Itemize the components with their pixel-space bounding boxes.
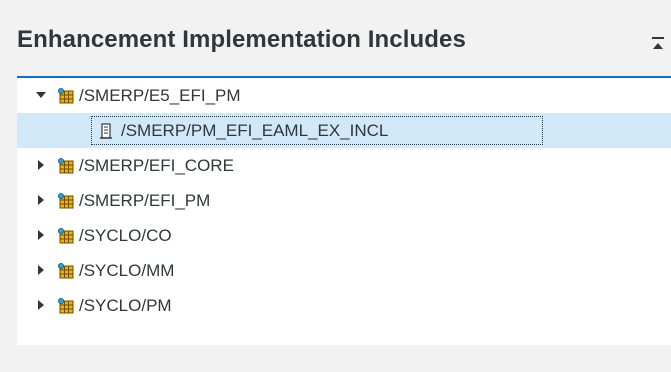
tree-node-efi-pm[interactable]: /SMERP/EFI_PM bbox=[17, 183, 671, 218]
include-program-icon bbox=[100, 123, 112, 139]
tree-node-label: /SMERP/EFI_PM bbox=[79, 191, 211, 210]
enhancement-tree: /SMERP/E5_EFI_PM /SMERP/PM_EFI_EAML_EX_I… bbox=[17, 76, 671, 345]
panel-title: Enhancement Implementation Includes bbox=[17, 26, 466, 53]
panel-header: Enhancement Implementation Includes bbox=[0, 0, 671, 76]
chevron-right-icon[interactable] bbox=[34, 288, 48, 323]
tree-node-label: /SMERP/PM_EFI_EAML_EX_INCL bbox=[121, 121, 389, 140]
enhancement-implementation-icon bbox=[58, 298, 74, 314]
enhancement-implementation-icon bbox=[58, 88, 74, 104]
chevron-right-icon[interactable] bbox=[34, 218, 48, 253]
collapse-panel-button[interactable] bbox=[650, 34, 666, 52]
enhancement-implementation-icon bbox=[58, 193, 74, 209]
tree-node-pm-efi-eaml-ex-incl[interactable]: /SMERP/PM_EFI_EAML_EX_INCL bbox=[17, 113, 671, 148]
tree-node-syclo-mm[interactable]: /SYCLO/MM bbox=[17, 253, 671, 288]
chevron-right-icon[interactable] bbox=[34, 148, 48, 183]
tree-node-syclo-pm[interactable]: /SYCLO/PM bbox=[17, 288, 671, 323]
tree-node-label: /SMERP/E5_EFI_PM bbox=[79, 86, 241, 105]
tree-node-label: /SYCLO/PM bbox=[79, 296, 172, 315]
tree-node-label: /SYCLO/CO bbox=[79, 226, 172, 245]
tree-node-label: /SMERP/EFI_CORE bbox=[79, 156, 234, 175]
enhancement-implementation-icon bbox=[58, 158, 74, 174]
tree-node-e5-efi-pm[interactable]: /SMERP/E5_EFI_PM bbox=[17, 78, 671, 113]
collapse-icon bbox=[652, 37, 664, 49]
enhancement-implementation-icon bbox=[58, 263, 74, 279]
tree-node-syclo-co[interactable]: /SYCLO/CO bbox=[17, 218, 671, 253]
enhancement-implementation-icon bbox=[58, 228, 74, 244]
chevron-right-icon[interactable] bbox=[34, 183, 48, 218]
chevron-down-icon[interactable] bbox=[34, 78, 48, 113]
chevron-right-icon[interactable] bbox=[34, 253, 48, 288]
tree-node-efi-core[interactable]: /SMERP/EFI_CORE bbox=[17, 148, 671, 183]
tree-node-label: /SYCLO/MM bbox=[79, 261, 175, 280]
